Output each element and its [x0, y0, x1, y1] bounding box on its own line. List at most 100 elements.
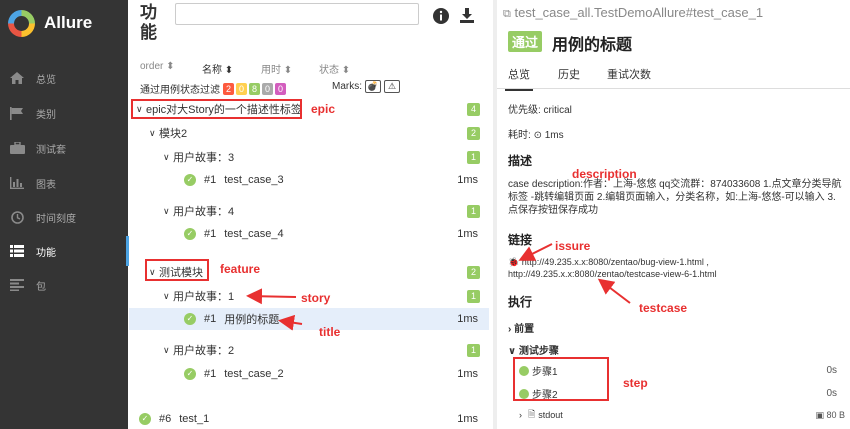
- tree-panel: 功能 order ⬍ 名称 ⬍ 用时 ⬍ 状态 ⬍ 通过用例状态过滤 2 0 8…: [129, 0, 492, 429]
- sort-status[interactable]: 状态 ⬍: [319, 61, 350, 76]
- step-duration: 0s: [826, 365, 837, 376]
- testcase-name: test_1: [179, 413, 210, 425]
- group-label: 用户故事：1: [173, 291, 235, 303]
- group-count: 1: [467, 150, 480, 164]
- group-label: 用户故事：2: [173, 345, 235, 357]
- chevron-down-icon: ∨: [163, 344, 170, 355]
- info-icon[interactable]: [432, 7, 450, 25]
- detail-tabs: 总览 历史 重试次数: [497, 62, 850, 91]
- sidebar-item-categories[interactable]: 类别: [0, 96, 128, 130]
- new-failed-mark-icon[interactable]: ⚠: [384, 80, 400, 93]
- testcase-link[interactable]: http://49.235.x.x:8080/zentao/testcase-v…: [508, 269, 717, 279]
- testcase-number: #1: [204, 174, 217, 186]
- group-count: 2: [467, 126, 480, 140]
- allure-logo[interactable]: Allure: [8, 8, 92, 38]
- sort-order[interactable]: order ⬍: [140, 61, 175, 72]
- flaky-mark-icon[interactable]: 💣: [365, 80, 381, 93]
- group-count: 1: [467, 204, 480, 218]
- file-size-icon: ▣: [815, 409, 824, 420]
- home-icon: [9, 71, 25, 85]
- align-left-icon: [9, 278, 25, 292]
- tree-testcase-3[interactable]: ✓ #1 test_case_3 1ms: [129, 169, 489, 191]
- file-icon: 🗎: [528, 409, 536, 419]
- tree-group-story2[interactable]: ∨ 用户故事：2 1: [129, 339, 489, 361]
- passed-icon: ✓: [139, 413, 151, 425]
- group-count: 2: [467, 265, 480, 279]
- chevron-right-icon: ›: [508, 324, 512, 335]
- passed-icon: ✓: [184, 174, 196, 186]
- briefcase-icon: [9, 141, 25, 155]
- filter-failed-badge[interactable]: 2: [223, 82, 234, 95]
- testcase-duration: 1ms: [457, 313, 478, 325]
- sidebar-item-overview[interactable]: 总览: [0, 61, 128, 95]
- annotation-description: description: [572, 167, 637, 181]
- filter-broken-badge[interactable]: 0: [236, 82, 247, 95]
- annotation-box-step: [513, 357, 609, 401]
- tree-testcase-4[interactable]: ✓ #1 test_case_4 1ms: [129, 223, 489, 245]
- sidebar-item-label: 测试套: [36, 144, 66, 156]
- sidebar-item-label: 包: [36, 281, 46, 293]
- link-icon[interactable]: ⧉: [503, 8, 511, 20]
- duration-row: 耗时: ⊙ 1ms: [508, 130, 564, 141]
- tab-history[interactable]: 历史: [558, 66, 580, 82]
- group-count: 1: [467, 343, 480, 357]
- stdout-attachment[interactable]: › 🗎 stdout ▣ 80 B: [519, 407, 845, 423]
- testcase-title: 用例的标题: [552, 37, 633, 54]
- sidebar-item-timeline[interactable]: 时间刻度: [0, 200, 128, 234]
- search-input[interactable]: [175, 3, 419, 25]
- sidebar-item-label: 类别: [36, 109, 56, 121]
- sort-name[interactable]: 名称 ⬍: [202, 61, 233, 76]
- setup-section[interactable]: › 前置: [508, 320, 534, 335]
- chevron-down-icon: ∨: [163, 205, 170, 216]
- annotation-testcase: testcase: [639, 301, 688, 315]
- execution-heading: 执行: [508, 295, 533, 309]
- annotation-step: step: [623, 376, 648, 390]
- testcase-path: ⧉ test_case_all.TestDemoAllure#test_case…: [503, 5, 764, 20]
- annotation-story: story: [301, 291, 331, 305]
- tree-testcase-1[interactable]: ✓ #1 用例的标题 1ms: [129, 308, 489, 330]
- tree-group-story3[interactable]: ∨ 用户故事：3 1: [129, 146, 489, 168]
- testcase-duration: 1ms: [457, 368, 478, 380]
- group-count: 1: [467, 289, 480, 303]
- tab-overview[interactable]: 总览: [505, 66, 533, 91]
- severity-text: 优先级: critical: [508, 105, 572, 116]
- filter-label: 通过用例状态过滤: [140, 85, 220, 96]
- filter-skipped-badge[interactable]: 0: [262, 82, 273, 95]
- tab-retries[interactable]: 重试次数: [607, 66, 651, 82]
- description-text: case description:作者：上海-悠悠 qq交流群：87403360…: [508, 179, 842, 216]
- group-label: 用户故事：3: [173, 152, 235, 164]
- sort-duration[interactable]: 用时 ⬍: [261, 61, 292, 76]
- description-heading: 描述: [508, 154, 533, 168]
- tree-testcase-test1[interactable]: ✓ #6 test_1 1ms: [129, 408, 489, 429]
- testcase-number: #1: [204, 368, 217, 380]
- allure-logo-icon: [8, 9, 35, 37]
- chevron-down-icon: ∨: [163, 290, 170, 301]
- filter-passed-badge[interactable]: 8: [249, 82, 260, 95]
- tree-group-story4[interactable]: ∨ 用户故事：4 1: [129, 200, 489, 222]
- sidebar: Allure 总览 类别 测试套 图表 时间刻度 功能 包: [0, 0, 129, 429]
- chevron-down-icon: ∨: [163, 151, 170, 162]
- sidebar-item-behaviors[interactable]: 功能: [0, 234, 128, 268]
- sidebar-item-label: 功能: [36, 247, 56, 259]
- testcase-number: #6: [159, 413, 172, 425]
- tree-group-module2[interactable]: ∨ 模块2 2: [129, 122, 489, 144]
- filter-unknown-badge[interactable]: 0: [275, 82, 286, 95]
- chevron-right-icon: ›: [519, 410, 522, 420]
- sidebar-item-suites[interactable]: 测试套: [0, 131, 128, 165]
- annotation-box-feature: [145, 259, 209, 281]
- testcase-number: #1: [204, 228, 217, 240]
- testcase-name: 用例的标题: [224, 314, 280, 326]
- steps-section[interactable]: ∨ 测试步骤: [508, 342, 559, 357]
- tree-testcase-2[interactable]: ✓ #1 test_case_2 1ms: [129, 363, 489, 385]
- clock-icon: ⊙: [533, 130, 542, 141]
- annotation-box-epic: [131, 99, 302, 119]
- sidebar-item-packages[interactable]: 包: [0, 268, 128, 302]
- sidebar-item-graphs[interactable]: 图表: [0, 166, 128, 200]
- issue-link[interactable]: 🐞 http://49.235.x.x:8080/zentao/bug-view…: [508, 257, 709, 268]
- testcase-name: test_case_4: [224, 228, 284, 240]
- testcase-duration: 1ms: [457, 228, 478, 240]
- app-name: Allure: [44, 13, 93, 32]
- annotation-epic: epic: [311, 102, 336, 116]
- page-title: 功能: [140, 3, 157, 42]
- download-icon[interactable]: [458, 7, 476, 25]
